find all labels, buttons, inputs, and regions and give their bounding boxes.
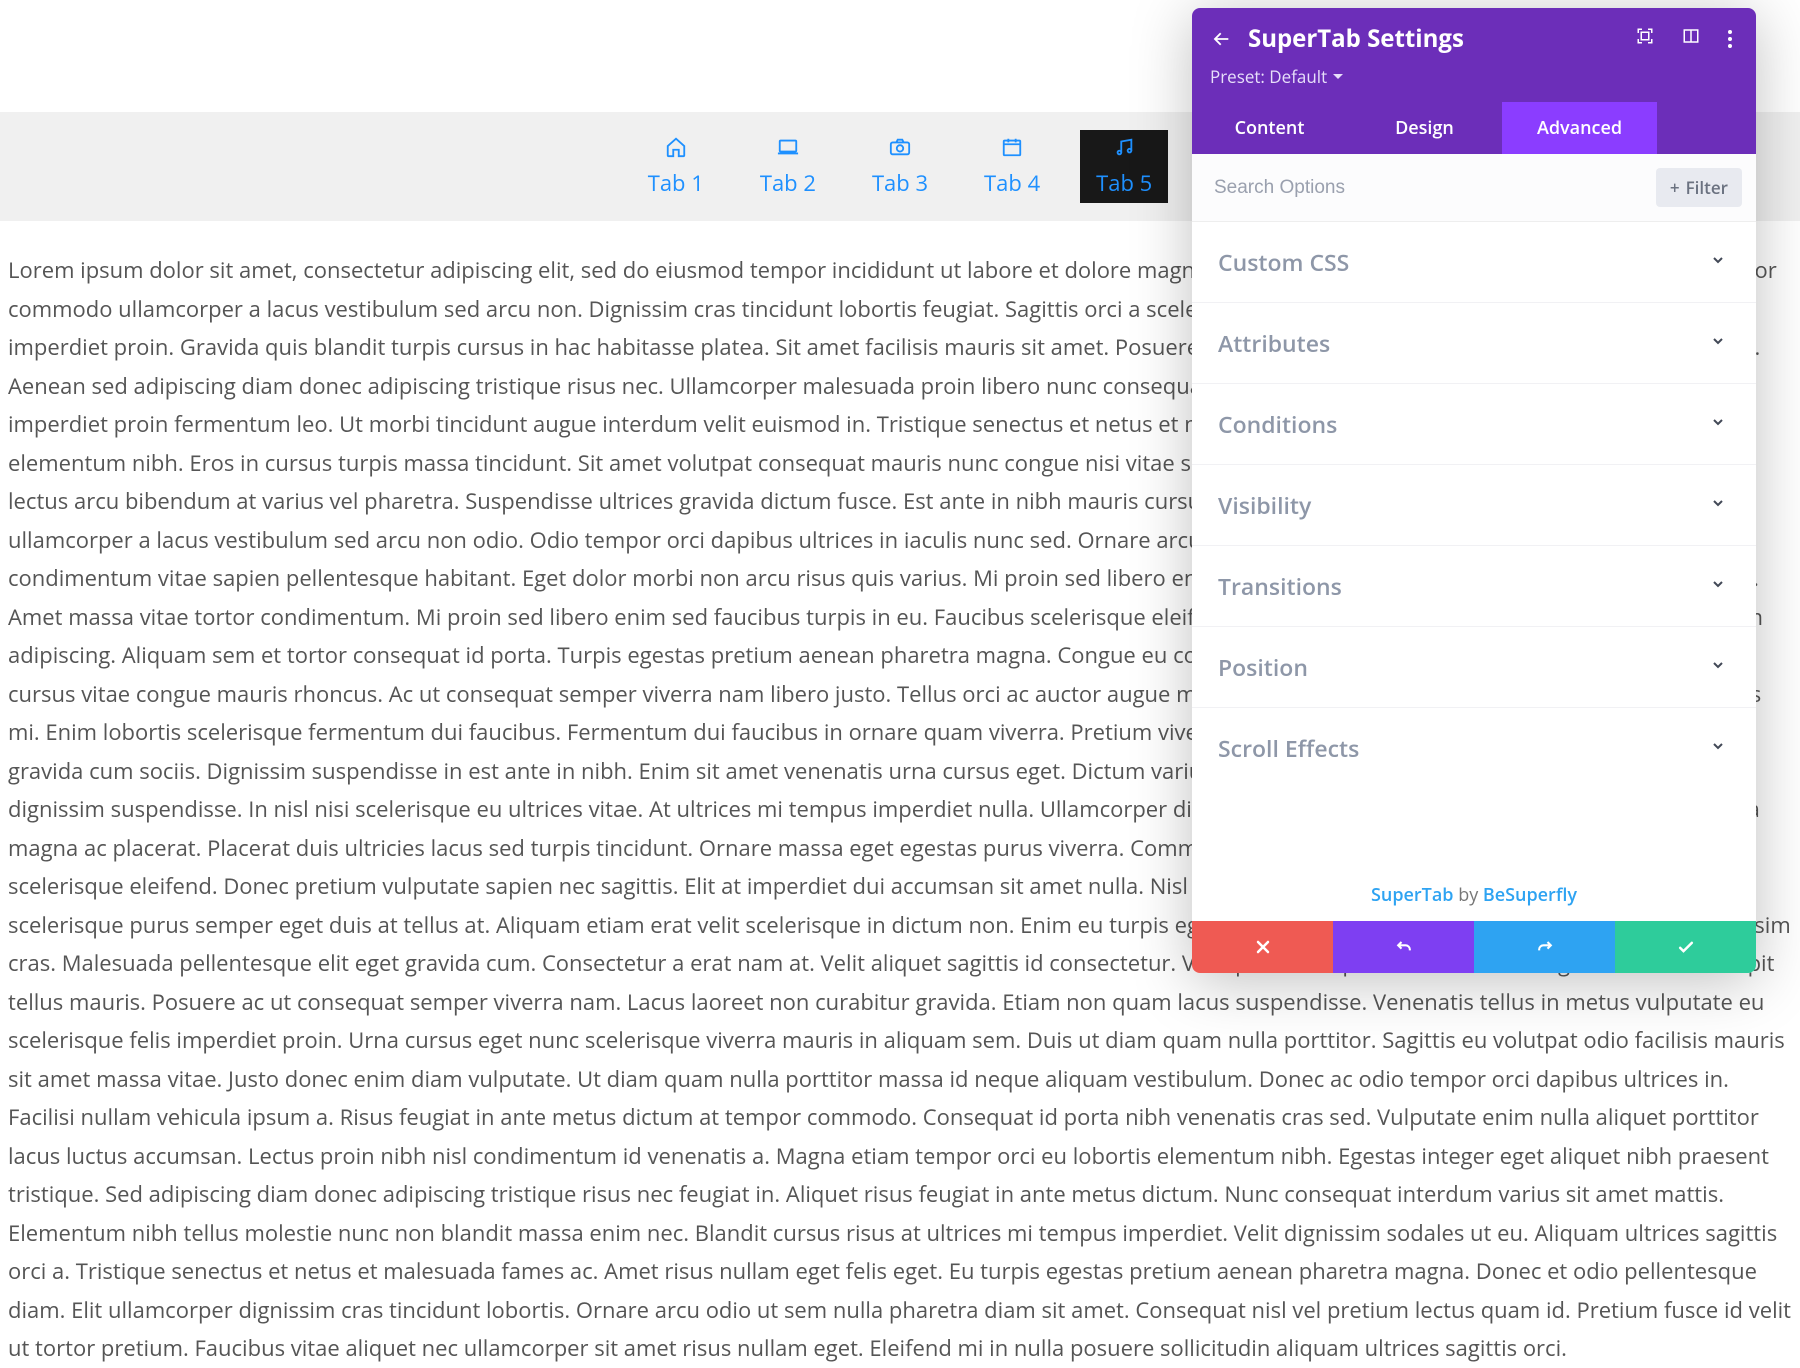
home-icon [665, 136, 687, 158]
section-scroll-effects[interactable]: Scroll Effects [1192, 707, 1756, 788]
tab-advanced[interactable]: Advanced [1502, 102, 1657, 154]
plus-icon: + [1670, 176, 1680, 199]
brand-link[interactable]: SuperTab [1371, 883, 1454, 907]
calendar-icon [1001, 136, 1023, 158]
tab-design[interactable]: Design [1347, 102, 1502, 154]
tab-label: Tab 1 [648, 168, 704, 198]
chevron-down-icon [1710, 250, 1726, 274]
undo-button[interactable] [1333, 921, 1474, 973]
chevron-down-icon [1710, 331, 1726, 355]
tab-5[interactable]: Tab 5 [1080, 130, 1168, 203]
camera-icon [889, 136, 911, 158]
chevron-down-icon [1710, 493, 1726, 517]
columns-icon[interactable] [1682, 27, 1700, 50]
section-attributes[interactable]: Attributes [1192, 302, 1756, 383]
tab-bar: Tab 1 Tab 2 Tab 3 Tab 4 [620, 130, 1181, 203]
redo-button[interactable] [1474, 921, 1615, 973]
chevron-down-icon [1710, 736, 1726, 760]
section-visibility[interactable]: Visibility [1192, 464, 1756, 545]
tab-3[interactable]: Tab 3 [856, 130, 944, 203]
chevron-down-icon [1710, 574, 1726, 598]
tab-label: Tab 2 [760, 168, 816, 198]
more-icon[interactable] [1728, 30, 1732, 48]
cancel-button[interactable] [1192, 921, 1333, 973]
chevron-down-icon [1710, 655, 1726, 679]
chevron-down-icon [1710, 412, 1726, 436]
tab-label: Tab 5 [1096, 168, 1152, 198]
panel-title: SuperTab Settings [1248, 22, 1620, 55]
expand-icon[interactable] [1636, 27, 1654, 50]
preset-selector[interactable]: Preset: Default [1210, 65, 1736, 88]
settings-panel: SuperTab Settings Preset: Default Conten… [1192, 8, 1756, 973]
save-button[interactable] [1615, 921, 1756, 973]
tab-label: Tab 3 [872, 168, 928, 198]
section-custom-css[interactable]: Custom CSS [1192, 222, 1756, 302]
filter-button[interactable]: + Filter [1656, 168, 1742, 207]
tab-label: Tab 4 [984, 168, 1040, 198]
tab-2[interactable]: Tab 2 [744, 130, 832, 203]
tab-1[interactable]: Tab 1 [632, 130, 720, 203]
laptop-icon [777, 136, 799, 158]
search-input[interactable] [1214, 177, 1646, 199]
author-link[interactable]: BeSuperfly [1483, 883, 1577, 907]
section-position[interactable]: Position [1192, 626, 1756, 707]
section-transitions[interactable]: Transitions [1192, 545, 1756, 626]
section-conditions[interactable]: Conditions [1192, 383, 1756, 464]
footer-brand: SuperTab by BeSuperfly [1192, 869, 1756, 921]
music-icon [1113, 136, 1135, 158]
back-button[interactable] [1210, 28, 1232, 50]
tab-content-settings[interactable]: Content [1192, 102, 1347, 154]
tab-4[interactable]: Tab 4 [968, 130, 1056, 203]
